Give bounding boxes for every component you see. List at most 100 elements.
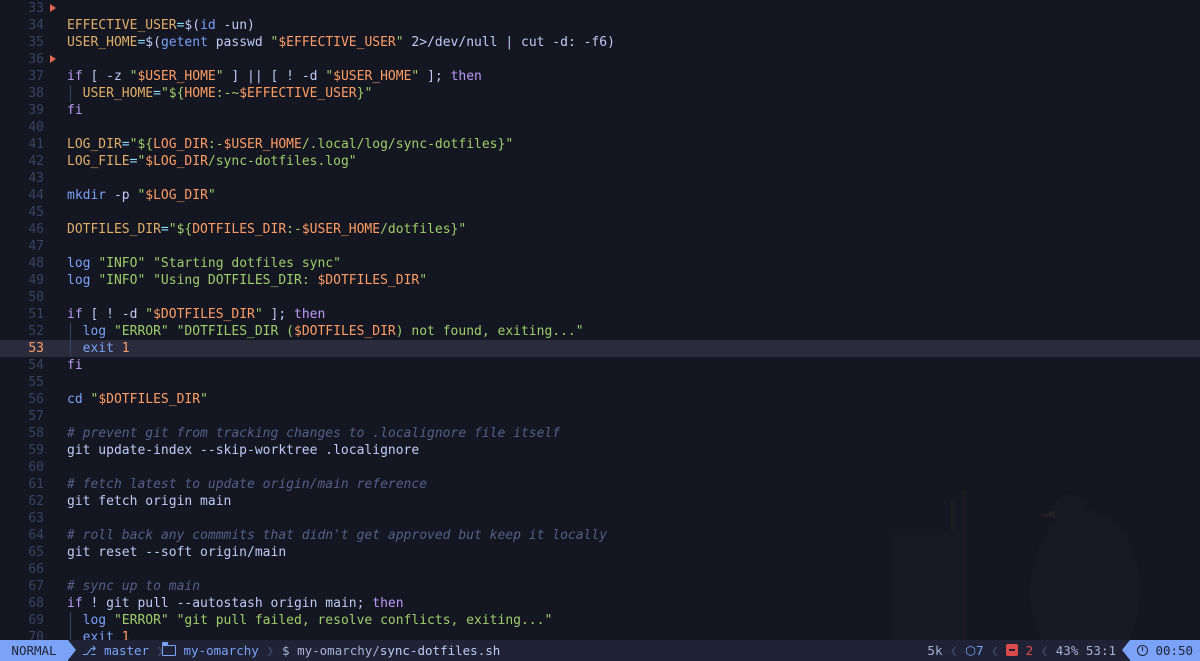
code-line[interactable]: 52 log "ERROR" "DOTFILES_DIR ($DOTFILES_… (0, 323, 1200, 340)
code-line[interactable]: 39 fi (0, 102, 1200, 119)
line-number: 64 (28, 528, 44, 543)
code-line[interactable]: 48 log "INFO" "Starting dotfiles sync" (0, 255, 1200, 272)
token: # sync up to main (67, 579, 201, 594)
code-text: if [ ! -d "$DOTFILES_DIR" ]; then (67, 306, 325, 323)
code-line[interactable]: 54 fi (0, 357, 1200, 374)
code-line[interactable]: 55 (0, 374, 1200, 391)
token: HOME (184, 86, 216, 101)
code-text: git reset --soft origin/main (67, 544, 286, 561)
line-number: 46 (28, 222, 44, 237)
fold-marker-icon[interactable] (50, 55, 56, 63)
code-line[interactable]: 36 (0, 51, 1200, 68)
line-number: 47 (28, 239, 44, 254)
code-line[interactable]: 43 (0, 170, 1200, 187)
code-line[interactable]: 50 (0, 289, 1200, 306)
token: $LOG_DIR (145, 188, 208, 203)
token: ]; (262, 307, 294, 322)
token: $LOG_DIR (145, 154, 208, 169)
token: -un) (215, 18, 255, 33)
scroll-percent: 43% (1055, 643, 1079, 658)
code-line[interactable]: 47 (0, 238, 1200, 255)
token: log (67, 256, 91, 271)
git-branch[interactable]: ⎇ master ❯ (78, 640, 164, 661)
token: $DOTFILES_DIR (294, 324, 396, 339)
line-number: 68 (28, 596, 44, 611)
code-line[interactable]: 57 (0, 408, 1200, 425)
token: [ -z (82, 69, 130, 84)
code-line[interactable]: 69 log "ERROR" "git pull failed, resolve… (0, 612, 1200, 629)
git-branch-name: master (103, 643, 150, 658)
code-line[interactable]: 35 USER_HOME=$(getent passwd "$EFFECTIVE_… (0, 34, 1200, 51)
code-line[interactable]: 38 USER_HOME="${HOME:-~$EFFECTIVE_USER}" (0, 85, 1200, 102)
line-number: 67 (28, 579, 44, 594)
code-line[interactable]: 61 # fetch latest to update origin/main r… (0, 476, 1200, 493)
code-text: fi (67, 357, 83, 374)
code-text: cd "$DOTFILES_DIR" (67, 391, 208, 408)
code-line[interactable]: 63 (0, 510, 1200, 527)
line-number: 61 (28, 477, 44, 492)
token: = (160, 222, 169, 237)
token: ) not found, exiting..." (395, 324, 584, 339)
code-line[interactable]: 65 git reset --soft origin/main (0, 544, 1200, 561)
token: git fetch origin main (67, 494, 232, 509)
segment-separator-icon: ❮ (1040, 643, 1056, 658)
token: }" (356, 86, 373, 101)
code-line[interactable]: 68 if ! git pull --autostash origin main;… (0, 595, 1200, 612)
token: fi (67, 103, 83, 118)
code-text: git update-index --skip-worktree .locali… (67, 442, 419, 459)
segment-separator-icon: ❮ (991, 643, 1007, 658)
folder-icon (161, 642, 176, 656)
code-line[interactable]: 59 git update-index --skip-worktree .loca… (0, 442, 1200, 459)
token: passwd (207, 35, 271, 50)
editor-pane[interactable]: 33 34 EFFECTIVE_USER=$(id -un) 35 USER_HOME=… (0, 0, 1200, 640)
line-number: 51 (28, 307, 44, 322)
code-line[interactable]: 46 DOTFILES_DIR="${DOTFILES_DIR:-$USER_HO… (0, 221, 1200, 238)
line-number: 43 (28, 171, 44, 186)
code-text: # sync up to main (67, 578, 200, 595)
token: " (254, 307, 263, 322)
code-line[interactable]: 64 # roll back any commmits that didn't g… (0, 527, 1200, 544)
token: 2>/dev/null | cut -d: -f6) (403, 35, 615, 50)
code-line[interactable]: 66 (0, 561, 1200, 578)
line-number: 70 (28, 630, 44, 640)
token: $USER_HOME (333, 69, 412, 84)
token: if (67, 307, 83, 322)
code-line[interactable]: 37 if [ -z "$USER_HOME" ] || [ ! -d "$USE… (0, 68, 1200, 85)
line-number: 38 (28, 86, 44, 101)
code-line[interactable]: 41 LOG_DIR="${LOG_DIR:-$USER_HOME/.local/… (0, 136, 1200, 153)
file-path[interactable]: $ my-omarchy/sync-dotfiles.sh (282, 640, 500, 661)
token: if (67, 69, 83, 84)
code-line[interactable]: 44 mkdir -p "$LOG_DIR" (0, 187, 1200, 204)
code-line[interactable]: 67 # sync up to main (0, 578, 1200, 595)
code-line[interactable]: 49 log "INFO" "Using DOTFILES_DIR: $DOTFI… (0, 272, 1200, 289)
code-line[interactable]: 58 # prevent git from tracking changes to… (0, 425, 1200, 442)
token: exit (82, 630, 114, 640)
clock: 00:50 (1130, 640, 1200, 661)
code-line[interactable]: 40 (0, 119, 1200, 136)
code-line-current[interactable]: 53 exit 1 (0, 340, 1200, 357)
right-stats: 5k ❮ ⬡7 ❮ 2 ❮ 43% 53:1 (927, 640, 1116, 661)
code-line[interactable]: 60 (0, 459, 1200, 476)
code-line[interactable]: 34 EFFECTIVE_USER=$(id -un) (0, 17, 1200, 34)
line-number: 37 (28, 69, 44, 84)
working-directory[interactable]: my-omarchy ❯ (161, 640, 274, 661)
code-line[interactable]: 62 git fetch origin main (0, 493, 1200, 510)
fold-marker-icon[interactable] (50, 4, 56, 12)
line-number: 39 (28, 103, 44, 118)
token: fi (67, 358, 83, 373)
token: "ERROR" (113, 613, 169, 628)
code-line[interactable]: 51 if [ ! -d "$DOTFILES_DIR" ]; then (0, 306, 1200, 323)
code-line[interactable]: 42 LOG_FILE="$LOG_DIR/sync-dotfiles.log" (0, 153, 1200, 170)
code-line[interactable]: 45 (0, 204, 1200, 221)
code-line[interactable]: 33 (0, 0, 1200, 17)
code-line[interactable]: 56 cd "$DOTFILES_DIR" (0, 391, 1200, 408)
code-line[interactable]: 70 exit 1 (0, 629, 1200, 640)
code-text: USER_HOME="${HOME:-~$EFFECTIVE_USER}" (67, 85, 373, 102)
line-number: 62 (28, 494, 44, 509)
line-number: 52 (28, 324, 44, 339)
token: " (215, 69, 224, 84)
